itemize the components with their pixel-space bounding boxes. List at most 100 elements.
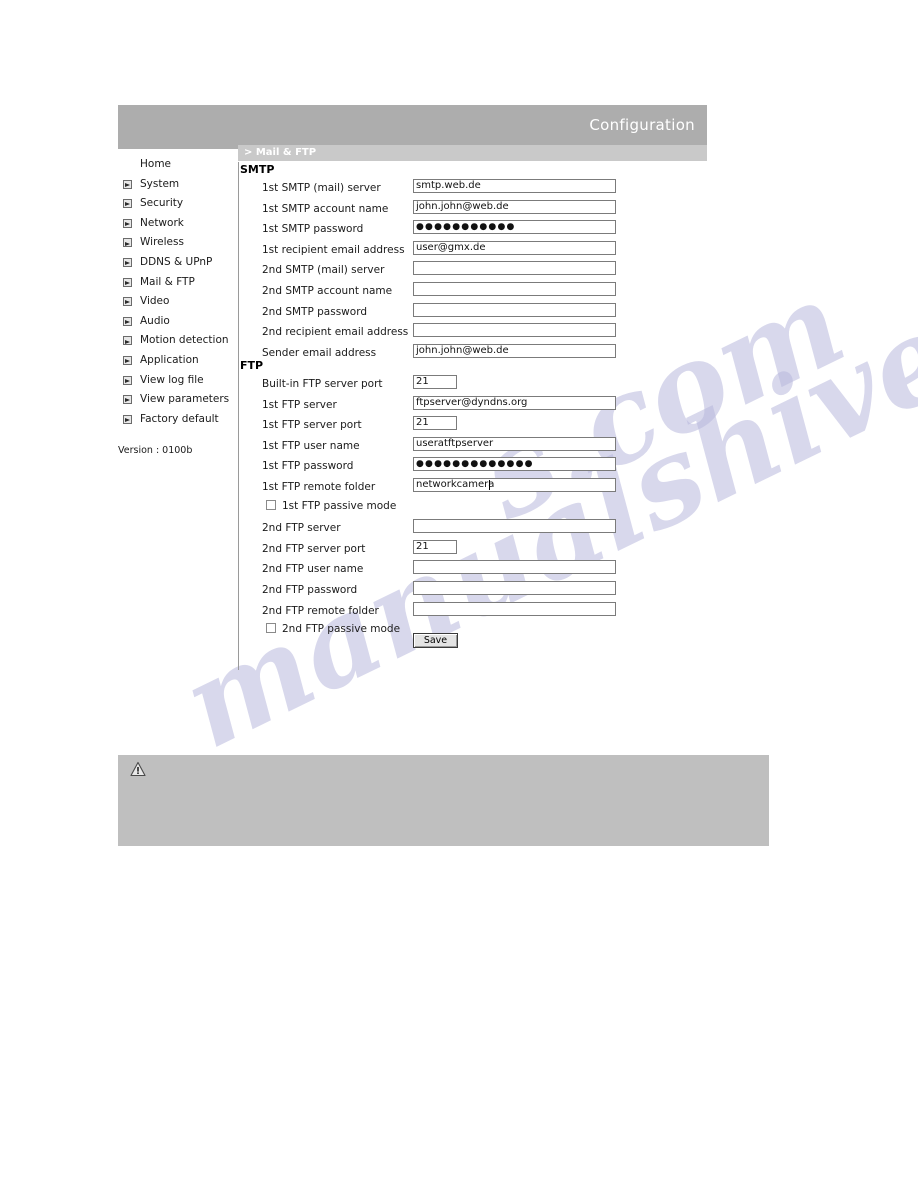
- sidebar-item-label: Factory default: [140, 412, 219, 425]
- sidebar-item-label: Motion detection: [140, 334, 229, 347]
- smtp-field-1-input[interactable]: john.john@web.de: [413, 199, 616, 214]
- field-label: 2nd FTP server port: [262, 542, 366, 555]
- ftp2-field-1-input[interactable]: 21: [413, 539, 457, 554]
- smtp-field-0-input[interactable]: smtp.web.de: [413, 179, 616, 193]
- field-row: 1st FTP server ftpserver@dyndns.org: [240, 395, 640, 417]
- sidebar-item-label: Audio: [140, 314, 170, 327]
- field-label: 2nd FTP user name: [262, 563, 364, 576]
- smtp-field-3-input[interactable]: user@gmx.de: [413, 240, 616, 255]
- ftp-field-1-input[interactable]: ftpserver@dyndns.org: [413, 395, 616, 410]
- ftp-field-0-input[interactable]: 21: [413, 375, 457, 389]
- page-canvas: manualshive s.com Configuration > Mail &…: [0, 0, 918, 1188]
- field-row: 1st recipient email address user@gmx.de: [240, 240, 640, 262]
- field-label: 2nd FTP server: [262, 522, 341, 535]
- field-row: 2nd SMTP password: [240, 302, 640, 324]
- field-row: 2nd FTP user name: [240, 560, 640, 581]
- smtp-field-6-input[interactable]: [413, 302, 616, 317]
- sidebar-item-motion-detection[interactable]: Motion detection: [118, 331, 239, 351]
- breadcrumb-bar: > Mail & FTP: [238, 145, 707, 161]
- sidebar-item-label: Video: [140, 295, 170, 308]
- field-label: 1st recipient email address: [262, 243, 405, 256]
- field-row: Sender email address john.john@web.de: [240, 343, 640, 365]
- field-row: 2nd FTP password: [240, 581, 640, 602]
- sidebar-item-security[interactable]: Security: [118, 194, 239, 214]
- arrow-right-icon: [123, 238, 132, 248]
- firmware-version-label: Version : 0100b: [118, 445, 193, 456]
- arrow-right-icon: [123, 395, 132, 405]
- field-row: 2nd recipient email address: [240, 323, 640, 344]
- arrow-right-icon: [123, 336, 132, 346]
- checkbox-label: 1st FTP passive mode: [282, 499, 397, 512]
- field-label: 1st FTP user name: [262, 439, 360, 452]
- arrow-right-icon: [123, 297, 132, 307]
- sidebar-item-home[interactable]: Home: [118, 155, 239, 175]
- field-label: 2nd SMTP password: [262, 305, 367, 318]
- save-button[interactable]: Save: [413, 633, 458, 648]
- sidebar-item-label: Mail & FTP: [140, 275, 195, 288]
- field-label: 2nd FTP remote folder: [262, 604, 379, 617]
- checkbox-label: 2nd FTP passive mode: [282, 623, 401, 636]
- field-row: 2nd FTP server: [240, 519, 640, 540]
- smtp-field-7-input[interactable]: [413, 323, 616, 338]
- sidebar-item-label: View parameters: [140, 393, 230, 406]
- arrow-right-icon: [123, 199, 132, 209]
- sidebar-item-ddns-upnp[interactable]: DDNS & UPnP: [118, 253, 239, 273]
- sidebar-item-label: Network: [140, 216, 184, 229]
- ftp2-field-3-input[interactable]: [413, 581, 616, 595]
- sidebar-content-divider: [238, 162, 239, 670]
- smtp-field-5-input[interactable]: [413, 282, 616, 296]
- sidebar-item-factory-default[interactable]: Factory default: [118, 410, 239, 430]
- checkbox-icon[interactable]: [266, 623, 276, 634]
- sidebar-item-system[interactable]: System: [118, 175, 239, 195]
- breadcrumb: > Mail & FTP: [244, 147, 317, 158]
- field-label: 1st FTP password: [262, 460, 354, 473]
- sidebar-item-view-log-file[interactable]: View log file: [118, 371, 239, 391]
- sidebar-item-network[interactable]: Network: [118, 214, 239, 234]
- arrow-right-icon: [123, 257, 132, 267]
- ftp-field-2-input[interactable]: 21: [413, 416, 457, 431]
- arrow-right-icon: [123, 218, 132, 228]
- field-label: 2nd recipient email address: [262, 326, 409, 339]
- field-row: 2nd SMTP (mail) server: [240, 261, 640, 282]
- field-label: Sender email address: [262, 346, 377, 359]
- arrow-right-icon: [123, 375, 132, 385]
- sidebar-item-wireless[interactable]: Wireless: [118, 233, 239, 253]
- field-label: 1st SMTP password: [262, 223, 364, 236]
- checkbox-icon[interactable]: [266, 499, 276, 510]
- field-row: 1st FTP remote folder networkcamera: [240, 478, 640, 499]
- field-label: 2nd SMTP (mail) server: [262, 264, 385, 277]
- field-label: 1st SMTP (mail) server: [262, 182, 381, 194]
- ftp-field-5-input[interactable]: networkcamera: [413, 478, 616, 492]
- field-label: 1st FTP server: [262, 398, 337, 411]
- sidebar-item-label: DDNS & UPnP: [140, 255, 213, 268]
- smtp-field-8-input[interactable]: john.john@web.de: [413, 343, 616, 358]
- smtp-field-4-input[interactable]: [413, 261, 616, 276]
- smtp-field-2-input[interactable]: ●●●●●●●●●●●: [413, 220, 616, 235]
- ftp2-field-4-input[interactable]: [413, 601, 616, 616]
- ftp2-field-0-input[interactable]: [413, 519, 616, 534]
- text-caret: [489, 480, 491, 490]
- field-row: 2nd FTP remote folder: [240, 601, 640, 623]
- note-panel: [118, 755, 769, 846]
- sidebar-item-video[interactable]: Video: [118, 292, 239, 312]
- field-row: 1st SMTP password ●●●●●●●●●●●: [240, 220, 640, 241]
- ftp-field-4-input[interactable]: ●●●●●●●●●●●●●: [413, 457, 616, 472]
- sidebar-item-mail-ftp[interactable]: Mail & FTP: [118, 273, 239, 293]
- sidebar-item-label: Home: [140, 158, 172, 170]
- field-label: 1st SMTP account name: [262, 202, 389, 215]
- smtp-section-title: SMTP: [240, 163, 275, 176]
- sidebar-item-audio[interactable]: Audio: [118, 312, 239, 332]
- field-label: 2nd SMTP account name: [262, 285, 393, 297]
- field-label: Built-in FTP server port: [262, 378, 383, 390]
- ftp-field-3-input[interactable]: useratftpserver: [413, 436, 616, 451]
- field-label: 1st FTP server port: [262, 419, 362, 432]
- arrow-right-icon: [123, 355, 132, 365]
- sidebar-item-view-parameters[interactable]: View parameters: [118, 390, 239, 410]
- field-row: 1st FTP password ●●●●●●●●●●●●●: [240, 457, 640, 478]
- sidebar-item-label: Wireless: [140, 236, 184, 249]
- field-row: 1st FTP server port 21: [240, 416, 640, 437]
- sidebar-item-label: View log file: [140, 373, 204, 386]
- warning-triangle-icon: [130, 761, 146, 777]
- sidebar-item-application[interactable]: Application: [118, 351, 239, 371]
- ftp2-field-2-input[interactable]: [413, 560, 616, 575]
